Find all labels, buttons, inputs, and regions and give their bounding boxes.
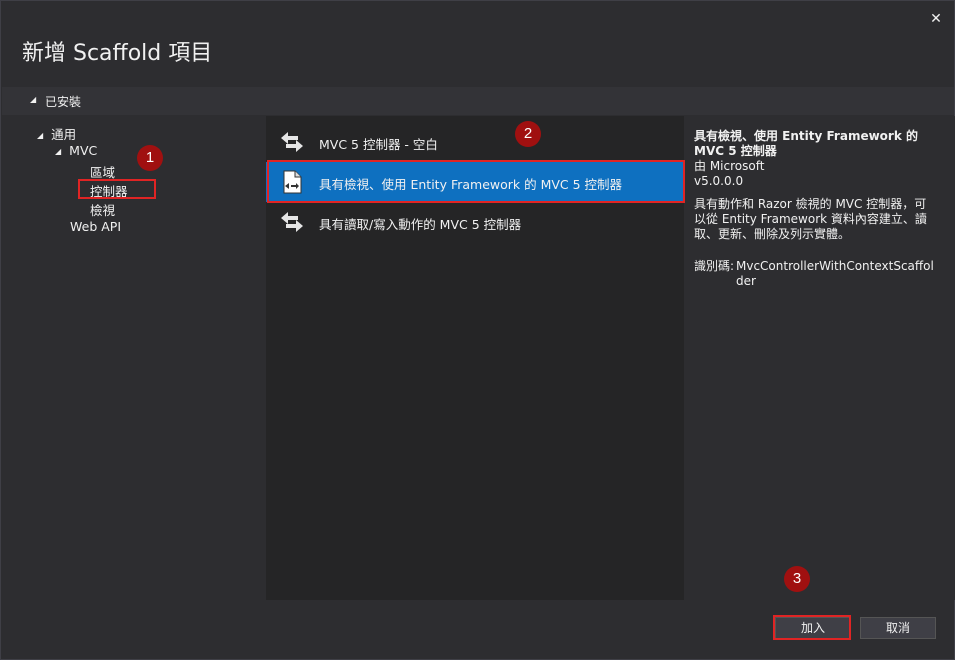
- tree-item-label: Web API: [70, 219, 122, 234]
- template-label: 具有讀取/寫入動作的 MVC 5 控制器: [319, 217, 522, 232]
- details-description-line: 取、更新、刪除及列示實體。: [694, 227, 851, 241]
- controller-document-icon: [283, 170, 302, 194]
- details-title-line: 具有檢視、使用 Entity Framework 的: [694, 129, 918, 143]
- template-list: MVC 5 控制器 - 空白 具有檢視、使用 Entity Framework …: [266, 116, 684, 600]
- installed-header[interactable]: ◢ 已安裝: [2, 87, 954, 115]
- tree-item-label: 區域: [90, 165, 116, 180]
- template-item-ef-views[interactable]: 具有檢視、使用 Entity Framework 的 MVC 5 控制器: [266, 162, 684, 202]
- controller-arrows-icon: [281, 212, 303, 232]
- cancel-button[interactable]: 取消: [860, 617, 936, 639]
- tree-item-mvc[interactable]: ◢ MVC: [55, 143, 97, 158]
- add-button[interactable]: 加入: [775, 617, 851, 639]
- installed-label: 已安裝: [45, 95, 82, 109]
- details-panel: 具有檢視、使用 Entity Framework 的 MVC 5 控制器 由 M…: [685, 116, 955, 600]
- details-description-line: 具有動作和 Razor 檢視的 MVC 控制器，可: [694, 197, 927, 211]
- tree-item-label: 檢視: [90, 203, 116, 218]
- tree-item-area[interactable]: 區域: [90, 162, 115, 181]
- collapse-triangle-icon: ◢: [55, 147, 62, 156]
- collapse-triangle-icon: ◢: [30, 95, 37, 104]
- controller-arrows-icon: [281, 132, 303, 152]
- collapse-triangle-icon: ◢: [37, 131, 44, 140]
- details-title-line: MVC 5 控制器: [694, 144, 777, 158]
- template-item-empty[interactable]: MVC 5 控制器 - 空白: [266, 122, 684, 162]
- tree-item-controller[interactable]: 控制器: [90, 181, 128, 200]
- template-label: 具有檢視、使用 Entity Framework 的 MVC 5 控制器: [319, 177, 623, 192]
- close-icon[interactable]: ✕: [928, 11, 944, 27]
- category-tree: ◢ 通用 ◢ MVC 區域 控制器 檢視 Web API: [1, 116, 265, 600]
- details-version: v5.0.0.0: [694, 174, 744, 188]
- scaffold-dialog: ✕ 新增 Scaffold 項目 ◢ 已安裝 ◢ 通用 ◢ MVC 區域 控制器 檢…: [0, 0, 955, 660]
- tree-item-label: MVC: [69, 143, 98, 158]
- tree-item-webapi[interactable]: Web API: [70, 219, 121, 234]
- details-id-label: 識別碼:: [694, 259, 735, 273]
- tree-item-common[interactable]: ◢ 通用: [37, 124, 76, 143]
- details-id-value-cont: der: [736, 274, 756, 288]
- dialog-footer: 加入 取消: [2, 600, 954, 659]
- details-id-value: MvcControllerWithContextScaffol: [736, 259, 934, 273]
- details-author: 由 Microsoft: [694, 159, 765, 173]
- step-badge-3: 3: [784, 566, 810, 592]
- tree-item-view[interactable]: 檢視: [90, 200, 115, 219]
- tree-item-label: 通用: [51, 127, 77, 142]
- dialog-title: 新增 Scaffold 項目: [22, 41, 213, 66]
- template-label: MVC 5 控制器 - 空白: [319, 137, 438, 152]
- template-item-read-write[interactable]: 具有讀取/寫入動作的 MVC 5 控制器: [266, 202, 684, 242]
- tree-item-label: 控制器: [90, 184, 128, 199]
- details-description-line: 以從 Entity Framework 資料內容建立、讀: [694, 212, 927, 226]
- step-badge-2: 2: [515, 121, 541, 147]
- step-badge-1: 1: [137, 145, 163, 171]
